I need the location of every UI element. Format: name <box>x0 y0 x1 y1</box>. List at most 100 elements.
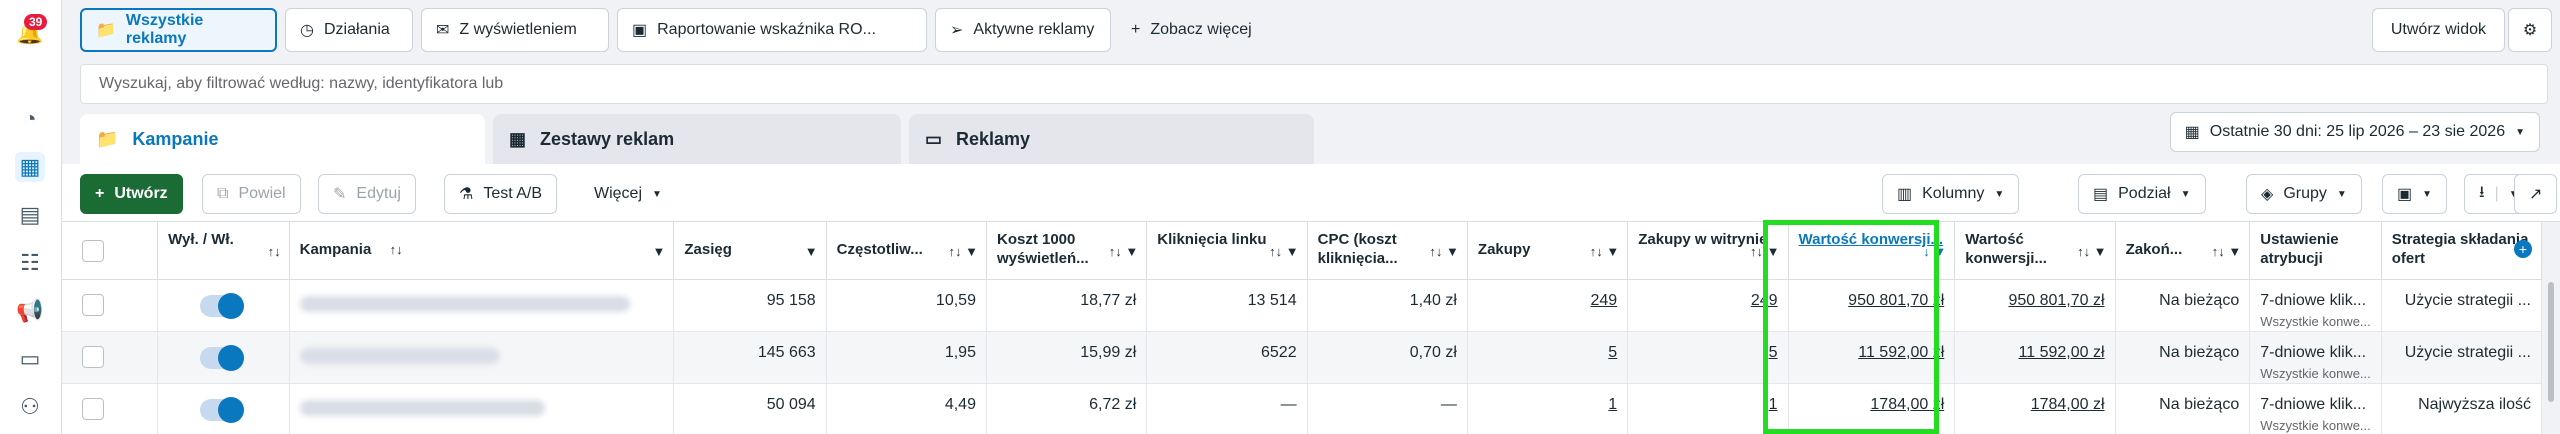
header-purchases[interactable]: Zakupy ↑↓ ▼ <box>1467 222 1629 280</box>
sort-icon[interactable]: ↑↓ ▼ <box>2212 242 2241 261</box>
view-tab-all-ads[interactable]: 📁 Wszystkie reklamy <box>80 8 277 52</box>
add-column-icon[interactable]: + <box>2514 240 2532 258</box>
sort-icon[interactable]: ↑↓ ▼ <box>1109 242 1138 261</box>
conv-value2-value[interactable]: 11 592,00 zł <box>2019 344 2105 361</box>
report-icon: ▣ <box>632 22 648 39</box>
cell-web-purchases: 249 <box>1628 280 1789 332</box>
cell-attribution: 7-dniowe klik... Wszystkie konwe... <box>2250 332 2382 384</box>
campaign-toggle[interactable] <box>200 293 245 319</box>
sort-icon[interactable]: ↑↓ ▼ <box>1429 242 1458 261</box>
tab-adsets[interactable]: ▦ Zestawy reklam <box>493 114 901 164</box>
view-tab-roas-reporting[interactable]: ▣ Raportowanie wskaźnika RO... <box>617 8 927 52</box>
conv-value-value[interactable]: 950 801,70 zł <box>1848 292 1944 309</box>
tab-ads[interactable]: ▭ Reklamy <box>909 114 1314 164</box>
view-tab-activity[interactable]: ◷ Działania <box>285 8 413 52</box>
pages-icon[interactable]: ▤ <box>15 200 45 230</box>
conv-value-value[interactable]: 11 592,00 zł <box>1858 344 1944 361</box>
sort-desc-icon[interactable]: ↓ ▼ <box>1923 242 1946 261</box>
sort-icon[interactable]: ↑↓ ▼ <box>1750 242 1779 261</box>
row-select-cell <box>62 332 159 384</box>
table-scrollbar[interactable] <box>2548 282 2554 402</box>
purchases-value[interactable]: 1 <box>1608 396 1617 413</box>
header-ends[interactable]: Zakoń... ↑↓ ▼ <box>2115 222 2251 280</box>
tab-campaigns[interactable]: 📁 Kampanie <box>80 114 485 164</box>
view-settings-button[interactable]: ⚙ <box>2508 8 2552 52</box>
cpc-value: 0,70 zł <box>1409 344 1457 361</box>
ads-manager-table-icon[interactable]: ▦ <box>15 152 45 182</box>
campaign-name-cell[interactable] <box>290 384 675 434</box>
header-link-clicks[interactable]: Kliknięcia linku ↑↓ ▼ <box>1147 222 1308 280</box>
select-all-checkbox[interactable] <box>82 240 104 262</box>
edit-button[interactable]: ✎ Edytuj <box>318 174 416 214</box>
header-onoff[interactable]: Wył. / Wł. ↑↓ <box>158 222 290 280</box>
header-cpc[interactable]: CPC (koszt kliknięcia... ↑↓ ▼ <box>1307 222 1468 280</box>
events-manager-icon[interactable]: ⚇ <box>15 392 45 422</box>
reports-button[interactable]: ▣ ▼ <box>2382 174 2448 214</box>
search-filter-input[interactable]: Wyszukaj, aby filtrować według: nazwy, i… <box>80 64 2548 104</box>
breakdown-icon: ▤ <box>2093 186 2109 203</box>
header-web-purchases[interactable]: Zakupy w witrynie ↑↓ ▼ <box>1628 222 1789 280</box>
table-row[interactable]: 50 094 4,49 6,72 zł — — 1 1 1784,00 zł 1784,00 z… <box>62 384 2542 434</box>
sort-icon[interactable]: ↑↓ ▼ <box>948 242 977 261</box>
row-checkbox[interactable] <box>82 398 104 420</box>
more-button[interactable]: Więcej ▼ <box>580 174 676 214</box>
date-range-picker[interactable]: ▦ Ostatnie 30 dni: 25 lip 2026 – 23 sie … <box>2169 112 2540 152</box>
ab-test-button[interactable]: ⚗ Test A/B <box>444 174 558 214</box>
sort-icon[interactable]: ↑↓ ▼ <box>1269 242 1298 261</box>
cell-bid-strategy: Najwyższa ilość <box>2382 384 2542 434</box>
breakdown-button[interactable]: ▤ Podział ▼ <box>2078 174 2206 214</box>
audiences-icon[interactable]: ☷ <box>15 248 45 278</box>
chevron-down-icon[interactable]: ▼ <box>652 242 665 261</box>
header-campaign[interactable]: Kampania ↑↓ ▼ <box>289 222 675 280</box>
row-checkbox[interactable] <box>82 346 104 368</box>
header-frequency[interactable]: Częstotliw... ↑↓ ▼ <box>826 222 987 280</box>
header-conversion-value-2[interactable]: Wartość konwersji... ↑↓ ▼ <box>1955 222 2116 280</box>
table-row[interactable]: 95 158 10,59 18,77 zł 13 514 1,40 zł 249 249 95… <box>62 280 2542 332</box>
conv-value-value[interactable]: 1784,00 zł <box>1870 396 1944 413</box>
plus-icon: + <box>95 185 105 202</box>
table-row[interactable]: 145 663 1,95 15,99 zł 6522 0,70 zł 5 5 11 592,0… <box>62 332 2542 384</box>
header-conversion-value[interactable]: Wartość konwersji... ↓ ▼ <box>1788 222 1956 280</box>
cell-conv-value2: 11 592,00 zł <box>1955 332 2116 384</box>
conv-value2-value[interactable]: 950 801,70 zł <box>2008 292 2104 309</box>
create-button[interactable]: + Utwórz <box>80 174 183 214</box>
dashboard-icon[interactable]: ◔ <box>15 104 45 134</box>
header-reach[interactable]: Zasięg ▼ <box>674 222 827 280</box>
charts-button[interactable]: ↗ <box>2514 174 2558 214</box>
see-more-button[interactable]: + Zobacz więcej <box>1119 8 1264 52</box>
view-tab-with-impressions[interactable]: ✉ Z wyświetleniem <box>421 8 609 52</box>
purchases-value[interactable]: 5 <box>1608 344 1617 361</box>
view-tab-active-ads[interactable]: ➢ Aktywne reklamy <box>935 8 1111 52</box>
sort-icon[interactable]: ↑↓ <box>390 240 403 259</box>
campaign-name-cell[interactable] <box>290 332 675 384</box>
columns-button[interactable]: ▥ Kolumny ▼ <box>1882 174 2020 214</box>
bid-strategy-value: Najwyższa ilość <box>2418 396 2531 413</box>
web-purchases-value[interactable]: 5 <box>1769 344 1778 361</box>
create-view-button[interactable]: Utwórz widok <box>2371 8 2505 52</box>
sort-icon[interactable]: ↑↓ <box>268 242 281 261</box>
row-checkbox[interactable] <box>82 294 104 316</box>
ends-value: Na bieżąco <box>2159 396 2240 413</box>
notifications-badge: 39 <box>24 14 48 30</box>
inbox-icon: ✉ <box>436 22 450 39</box>
header-cpm[interactable]: Koszt 1000 wyświetleń... ↑↓ ▼ <box>986 222 1148 280</box>
billing-card-icon[interactable]: ▭ <box>15 344 45 374</box>
chevron-down-icon[interactable]: ↑↓ ▼ <box>1590 242 1619 261</box>
conv-value2-value[interactable]: 1784,00 zł <box>2031 396 2105 413</box>
campaign-toggle[interactable] <box>200 397 245 423</box>
ad-icon: ▭ <box>925 128 943 149</box>
cell-conv-value: 950 801,70 zł <box>1789 280 1956 332</box>
header-attribution[interactable]: Ustawienie atrybucji <box>2250 222 2382 280</box>
web-purchases-value[interactable]: 1 <box>1769 396 1778 413</box>
web-purchases-value[interactable]: 249 <box>1751 292 1778 309</box>
chevron-down-icon[interactable]: ▼ <box>805 242 818 261</box>
campaigns-megaphone-icon[interactable]: 📢 <box>15 296 45 326</box>
chevron-down-icon: ▼ <box>2336 188 2347 200</box>
cell-cpm: 18,77 zł <box>987 280 1148 332</box>
campaign-toggle[interactable] <box>200 345 245 371</box>
duplicate-button[interactable]: ⧉ Powiel <box>202 174 301 214</box>
sort-icon[interactable]: ↑↓ ▼ <box>2077 242 2106 261</box>
campaign-name-cell[interactable] <box>290 280 675 332</box>
purchases-value[interactable]: 249 <box>1591 292 1618 309</box>
groups-button[interactable]: ◈ Grupy ▼ <box>2246 174 2362 214</box>
